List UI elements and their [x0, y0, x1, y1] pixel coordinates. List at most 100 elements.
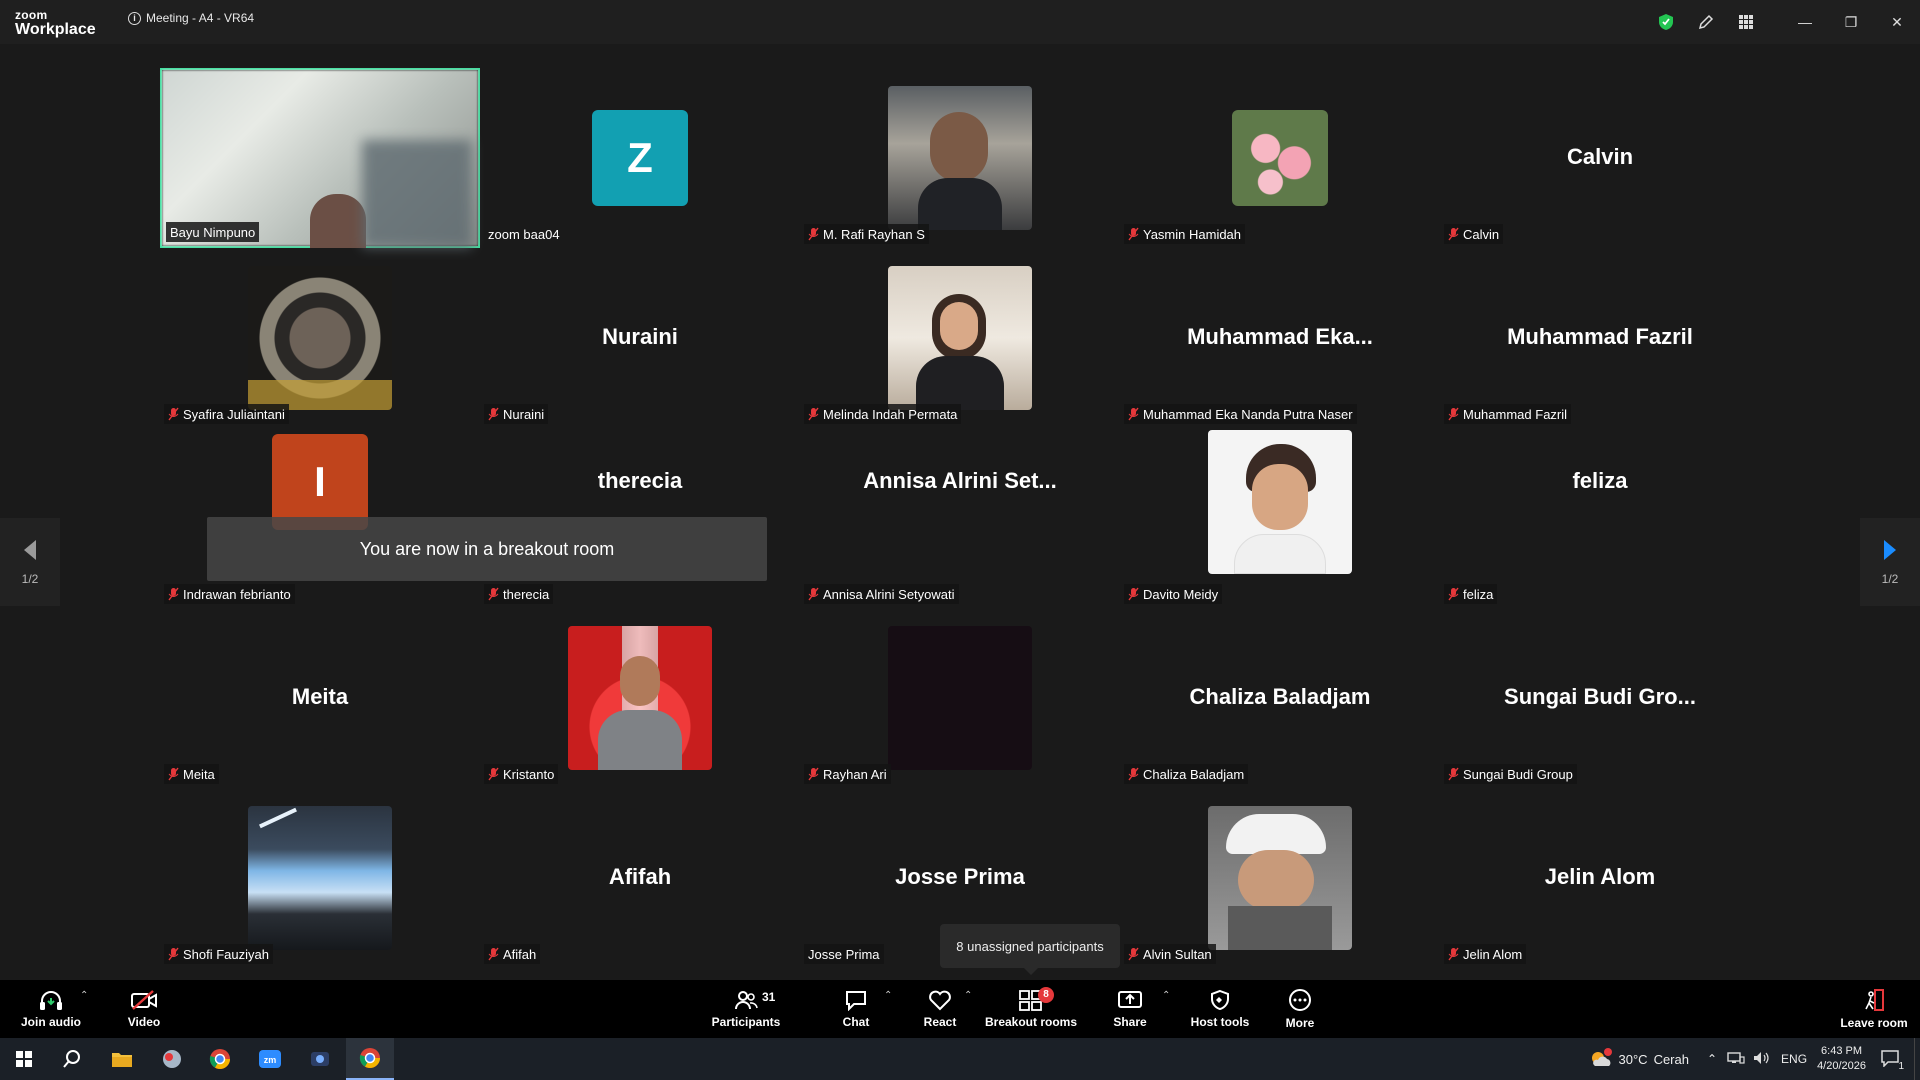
participant-tile[interactable]: Muhammad Fazril Muhammad Fazril — [1440, 248, 1760, 428]
close-icon[interactable]: ✕ — [1874, 0, 1920, 44]
breakout-rooms-label: Breakout rooms — [984, 1015, 1078, 1029]
heart-icon — [929, 990, 951, 1011]
participant-label: Nuraini — [484, 404, 549, 424]
share-options-caret-icon[interactable]: ⌃ — [1162, 990, 1170, 1001]
app-icon[interactable] — [148, 1038, 196, 1080]
zoom-taskbar-icon[interactable]: zm — [246, 1038, 294, 1080]
participant-tile[interactable]: Jelin Alom Jelin Alom — [1440, 788, 1760, 968]
participant-tile[interactable]: Chaliza Baladjam Chaliza Baladjam — [1120, 608, 1440, 788]
language-indicator[interactable]: ENG — [1781, 1052, 1807, 1066]
search-icon[interactable] — [48, 1038, 96, 1080]
mic-muted-icon — [488, 767, 499, 781]
participant-tile[interactable]: Yasmin Hamidah — [1120, 68, 1440, 248]
video-button[interactable]: Video — [114, 980, 174, 1038]
video-feed — [248, 806, 392, 950]
participant-name: Muhammad Fazril — [1463, 406, 1568, 422]
apps-grid-icon[interactable] — [1726, 2, 1766, 42]
chat-icon — [846, 991, 866, 1011]
participant-display-name: Sungai Budi Gro... — [1504, 684, 1696, 709]
show-desktop-button[interactable] — [1914, 1038, 1920, 1080]
participant-tile[interactable]: Calvin Calvin — [1440, 68, 1760, 248]
avatar: Z — [592, 110, 688, 206]
network-icon[interactable] — [1727, 1051, 1745, 1068]
page-indicator: 1/2 — [21, 572, 39, 586]
participant-tile[interactable]: Alvin Sultan — [1120, 788, 1440, 968]
arrow-left-icon — [24, 540, 36, 560]
react-button[interactable]: React — [910, 980, 970, 1038]
participant-tile[interactable]: Bayu Nimpuno — [160, 68, 480, 248]
participant-tile[interactable]: Muhammad Eka... Muhammad Eka Nanda Putra… — [1120, 248, 1440, 428]
minimize-icon[interactable]: — — [1782, 0, 1828, 44]
restore-icon[interactable]: ❐ — [1828, 0, 1874, 44]
weather-icon[interactable] — [1589, 1048, 1613, 1070]
next-page-button[interactable]: 1/2 — [1860, 518, 1920, 606]
chrome-active-icon[interactable] — [346, 1038, 394, 1080]
participant-tile[interactable]: Kristanto — [480, 608, 800, 788]
audio-options-caret-icon[interactable]: ⌃ — [80, 990, 88, 1001]
file-explorer-icon[interactable] — [98, 1038, 146, 1080]
leave-room-button[interactable]: Leave room — [1834, 980, 1914, 1038]
participant-tile[interactable]: Nuraini Nuraini — [480, 248, 800, 428]
participant-label: Melinda Indah Permata — [804, 404, 962, 424]
participant-tile[interactable]: Rayhan Ari — [800, 608, 1120, 788]
participant-tile[interactable]: Afifah Afifah — [480, 788, 800, 968]
participant-tile[interactable]: Davito Meidy — [1120, 428, 1440, 608]
annotate-pen-icon[interactable] — [1686, 2, 1726, 42]
participant-tile[interactable]: Melinda Indah Permata — [800, 248, 1120, 428]
participant-label: Meita — [164, 764, 219, 784]
join-audio-button[interactable]: Join audio — [14, 980, 88, 1038]
host-tools-label: Host tools — [1190, 1015, 1250, 1029]
participant-name: M. Rafi Rayhan S — [823, 226, 925, 242]
mic-muted-icon — [1448, 947, 1459, 961]
participant-tile[interactable]: feliza feliza — [1440, 428, 1760, 608]
participant-label: Shofi Fauziyah — [164, 944, 273, 964]
participant-name: Muhammad Eka Nanda Putra Naser — [1143, 406, 1353, 422]
participant-display-name: Nuraini — [602, 324, 678, 349]
mic-muted-icon — [168, 767, 179, 781]
participant-name: Afifah — [503, 946, 537, 962]
participant-tile[interactable]: Annisa Alrini Set... Annisa Alrini Setyo… — [800, 428, 1120, 608]
react-label: React — [923, 1015, 957, 1029]
mic-muted-icon — [488, 947, 499, 961]
participant-label: Davito Meidy — [1124, 584, 1223, 604]
tray-chevron-up-icon[interactable]: ⌃ — [1707, 1052, 1717, 1066]
person-face — [1238, 850, 1314, 910]
chrome-icon[interactable] — [196, 1038, 244, 1080]
page-indicator: 1/2 — [1881, 572, 1899, 586]
chat-button[interactable]: Chat — [826, 980, 886, 1038]
more-button[interactable]: More — [1270, 980, 1330, 1038]
host-tools-button[interactable]: Host tools — [1184, 980, 1256, 1038]
video-feed — [888, 86, 1032, 230]
start-windows-icon[interactable] — [0, 1038, 48, 1080]
participant-tile[interactable]: Shofi Fauziyah — [160, 788, 480, 968]
info-icon[interactable]: i — [128, 11, 141, 25]
react-options-caret-icon[interactable]: ⌃ — [964, 990, 972, 1001]
weather-temp: 30°C — [1618, 1051, 1648, 1067]
person-body — [1228, 906, 1332, 950]
volume-icon[interactable] — [1753, 1051, 1771, 1068]
participant-name: Calvin — [1463, 226, 1500, 242]
camera-app-icon[interactable] — [296, 1038, 344, 1080]
participant-tile[interactable]: Sungai Budi Gro... Sungai Budi Group — [1440, 608, 1760, 788]
participant-tile[interactable]: Syafira Juliaintani — [160, 248, 480, 428]
participant-label: Muhammad Fazril — [1444, 404, 1572, 424]
share-button[interactable]: Share — [1100, 980, 1160, 1038]
prev-page-button[interactable]: 1/2 — [0, 518, 60, 606]
mic-muted-icon — [1128, 767, 1139, 781]
participant-tile[interactable]: Z zoom baa04 — [480, 68, 800, 248]
participant-name: Jelin Alom — [1463, 946, 1523, 962]
participant-name: Syafira Juliaintani — [183, 406, 285, 422]
participant-tile[interactable]: M. Rafi Rayhan S — [800, 68, 1120, 248]
mic-muted-icon — [808, 587, 819, 601]
clock[interactable]: 6:43 PM 4/20/2026 — [1817, 1044, 1866, 1074]
participants-button[interactable]: Participants — [706, 980, 786, 1038]
notifications-icon[interactable]: 1 — [1880, 1049, 1904, 1072]
shield-icon[interactable] — [1646, 2, 1686, 42]
chat-options-caret-icon[interactable]: ⌃ — [884, 990, 892, 1001]
person-body — [918, 178, 1002, 230]
breakout-rooms-button[interactable]: Breakout rooms — [984, 980, 1078, 1038]
participant-tile[interactable]: Meita Meita — [160, 608, 480, 788]
meeting-info[interactable]: i Meeting - A4 - VR64 — [128, 11, 254, 25]
participant-label: Sungai Budi Group — [1444, 764, 1577, 784]
person-body — [1234, 534, 1326, 574]
